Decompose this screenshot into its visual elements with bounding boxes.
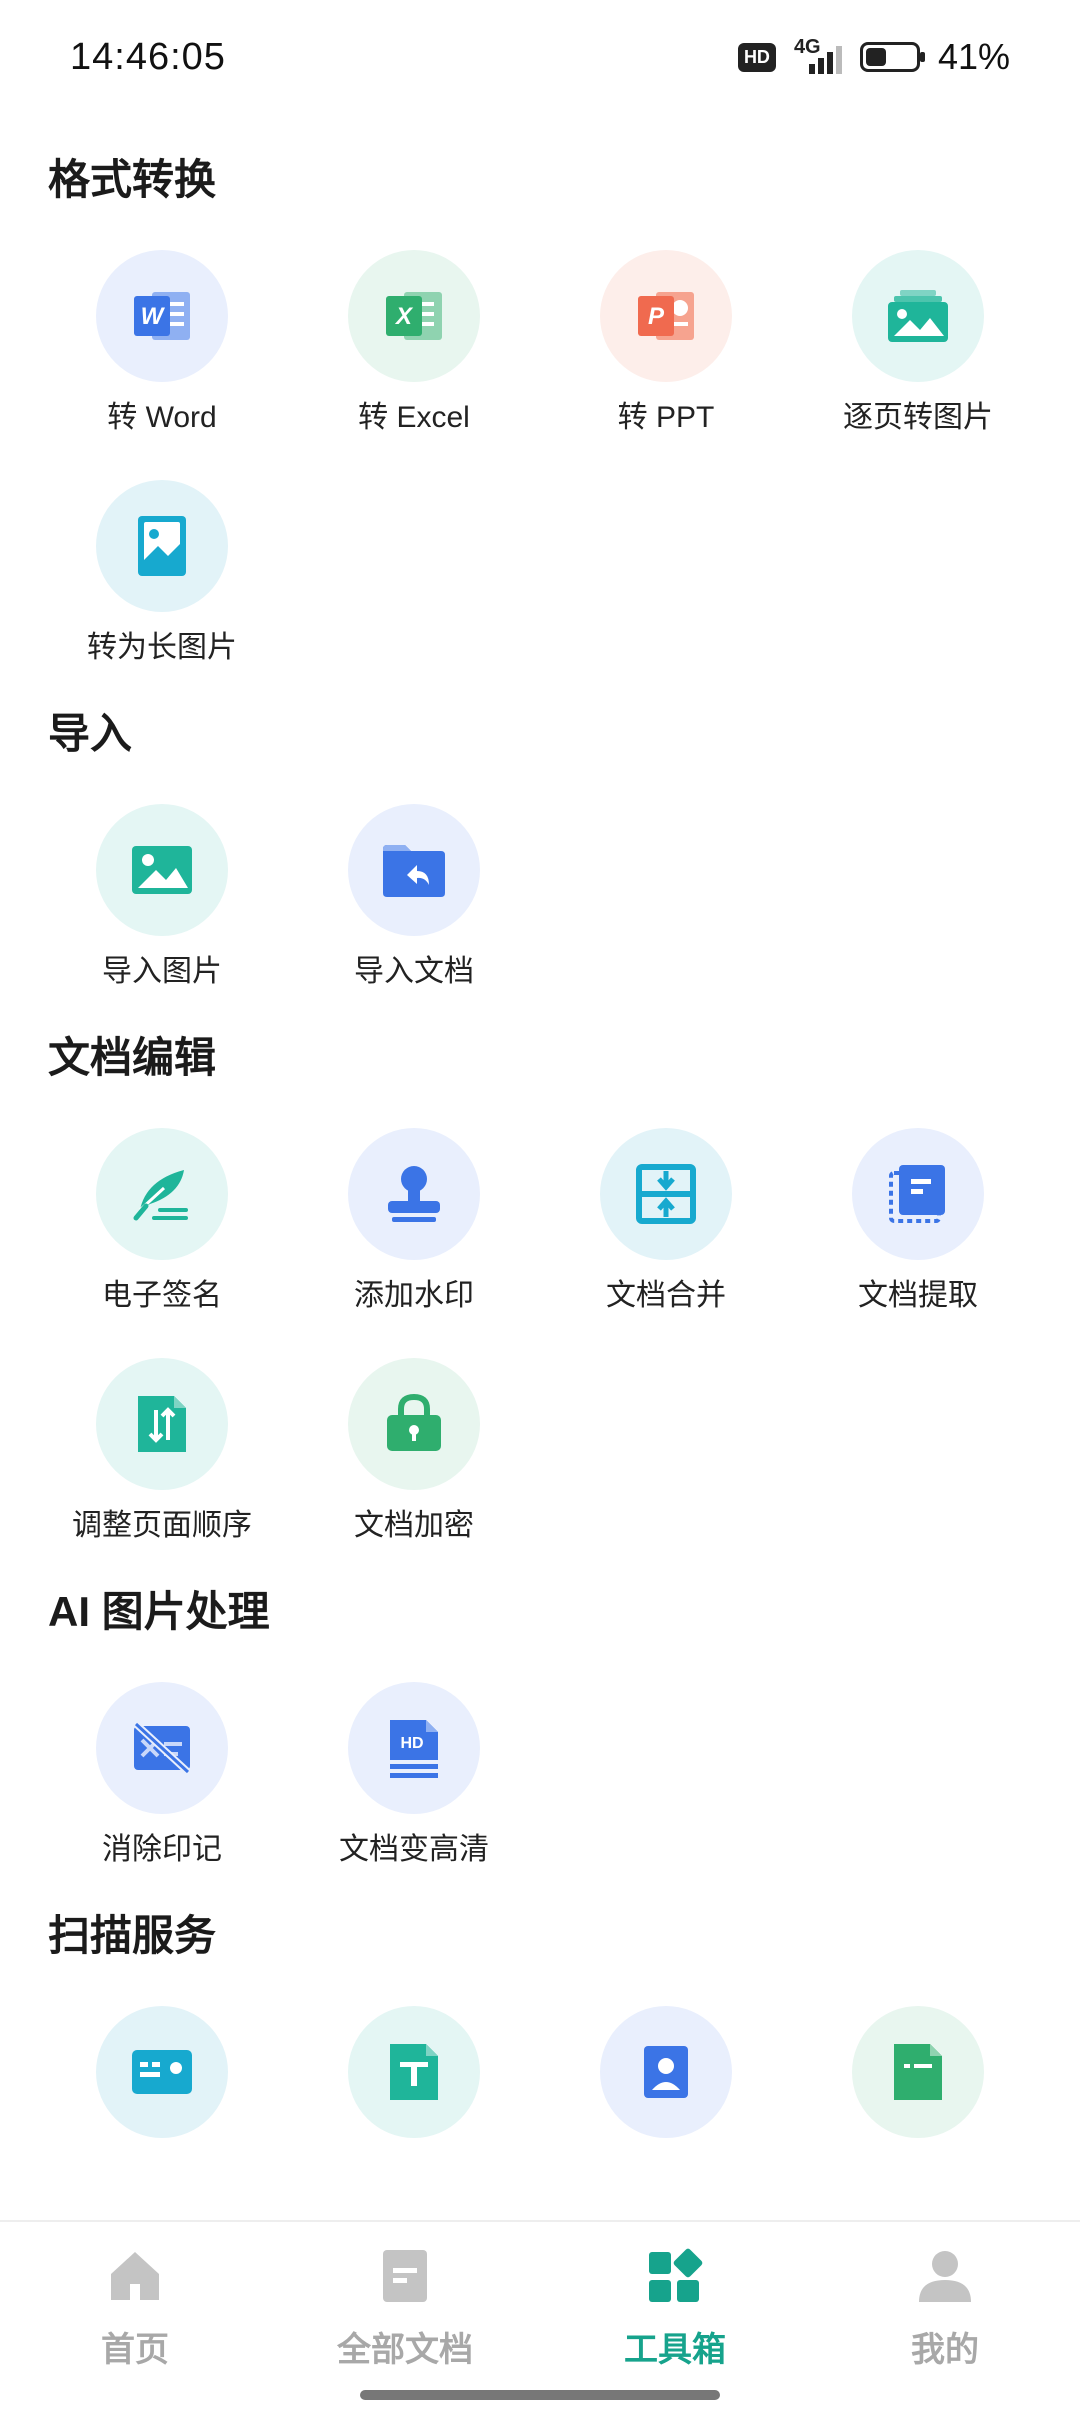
tool-add-watermark[interactable]: 添加水印 <box>288 1128 540 1316</box>
status-icons: HD 4G 41% <box>737 36 1010 78</box>
hd-document-icon: HD <box>348 1682 480 1814</box>
tool-label: 电子签名 <box>102 1279 222 1312</box>
tool-label: 文档加密 <box>354 1509 474 1542</box>
images-stack-icon <box>852 250 984 382</box>
text-doc-icon <box>348 2006 480 2138</box>
id-card-icon <box>96 2006 228 2138</box>
hd-icon: HD <box>737 42 776 72</box>
lock-icon <box>348 1358 480 1490</box>
tool-label: 转 Excel <box>358 401 470 434</box>
nav-toolbox[interactable]: 工具箱 <box>540 2248 810 2371</box>
long-image-icon <box>96 480 228 612</box>
tool-label: 导入文档 <box>354 955 474 988</box>
user-icon <box>919 2251 971 2302</box>
tool-scan-text[interactable] <box>288 2006 540 2138</box>
image-icon <box>96 804 228 936</box>
tool-pages-to-images[interactable]: 逐页转图片 <box>792 250 1044 438</box>
tool-to-word[interactable]: W 转 Word <box>36 250 288 438</box>
section-document-editing: 文档编辑 电子签名 添加水印 文档合并 文档提取 调整页面顺序 文档加密 <box>0 1028 1080 1546</box>
tool-label: 转 PPT <box>617 401 715 434</box>
svg-text:W: W <box>141 303 166 330</box>
section-scan-services: 扫描服务 <box>0 1906 1080 2138</box>
section-title: AI 图片处理 <box>48 1588 270 1635</box>
nav-label: 全部文档 <box>337 2331 473 2369</box>
tool-merge-documents[interactable]: 文档合并 <box>540 1128 792 1316</box>
tool-e-signature[interactable]: 电子签名 <box>36 1128 288 1316</box>
tool-label: 文档提取 <box>858 1279 978 1312</box>
tool-label: 转 Word <box>107 401 217 434</box>
tool-label: 导入图片 <box>102 955 222 988</box>
tool-label: 添加水印 <box>354 1279 474 1312</box>
nav-label: 我的 <box>911 2331 979 2369</box>
tool-scan-portrait[interactable] <box>540 2006 792 2138</box>
word-icon: W <box>96 250 228 382</box>
section-title: 文档编辑 <box>48 1034 217 1081</box>
tool-label: 消除印记 <box>102 1833 222 1866</box>
merge-icon <box>600 1128 732 1260</box>
excel-icon: X <box>348 250 480 382</box>
ppt-icon: P <box>600 250 732 382</box>
toolbox-content: 格式转换 W 转 Word X 转 Excel P 转 PPT 逐页转图片 转为… <box>0 150 1080 2174</box>
tool-label: 逐页转图片 <box>843 401 993 434</box>
home-indicator <box>360 2390 720 2400</box>
folder-import-icon <box>348 804 480 936</box>
extract-page-icon <box>852 1128 984 1260</box>
section-title: 格式转换 <box>48 156 217 203</box>
tool-import-image[interactable]: 导入图片 <box>36 804 288 992</box>
tool-label: 文档合并 <box>606 1279 726 1312</box>
tool-encrypt-document[interactable]: 文档加密 <box>288 1358 540 1546</box>
stamp-icon <box>348 1128 480 1260</box>
nav-label: 首页 <box>101 2331 169 2369</box>
tool-scan-table[interactable] <box>792 2006 1044 2138</box>
tool-to-long-image[interactable]: 转为长图片 <box>36 480 288 668</box>
nav-me[interactable]: 我的 <box>810 2248 1080 2371</box>
document-icon <box>383 2250 427 2302</box>
reorder-icon <box>96 1358 228 1490</box>
svg-text:P: P <box>648 303 665 330</box>
status-bar: 14:46:05 HD 4G 41% <box>0 0 1080 120</box>
tool-import-document[interactable]: 导入文档 <box>288 804 540 992</box>
section-format-conversion: 格式转换 W 转 Word X 转 Excel P 转 PPT 逐页转图片 转为… <box>0 150 1080 668</box>
signal-icon: 4G <box>794 36 842 76</box>
nav-home[interactable]: 首页 <box>0 2248 270 2371</box>
section-title: 导入 <box>48 710 133 757</box>
tool-remove-marks[interactable]: 消除印记 <box>36 1682 288 1870</box>
bottom-navigation: 首页 全部文档 工具箱 我的 <box>0 2220 1080 2414</box>
tool-label: 转为长图片 <box>87 631 237 664</box>
status-time: 14:46:05 <box>70 36 226 78</box>
svg-text:HD: HD <box>400 1735 423 1752</box>
erase-marks-icon <box>96 1682 228 1814</box>
tool-extract-document[interactable]: 文档提取 <box>792 1128 1044 1316</box>
nav-label: 工具箱 <box>624 2331 726 2369</box>
battery-icon <box>859 42 925 72</box>
tool-label: 调整页面顺序 <box>72 1509 252 1542</box>
tool-to-ppt[interactable]: P 转 PPT <box>540 250 792 438</box>
tool-reorder-pages[interactable]: 调整页面顺序 <box>36 1358 288 1546</box>
section-ai-image: AI 图片处理 消除印记 HD 文档变高清 <box>0 1582 1080 1870</box>
tool-label: 文档变高清 <box>339 1833 489 1866</box>
tool-scan-id-card[interactable] <box>36 2006 288 2138</box>
nav-all-documents[interactable]: 全部文档 <box>270 2248 540 2371</box>
home-icon <box>111 2252 159 2300</box>
toolbox-icon <box>649 2248 703 2302</box>
table-doc-icon <box>852 2006 984 2138</box>
feather-pen-icon <box>96 1128 228 1260</box>
portrait-icon <box>600 2006 732 2138</box>
battery-percent: 41% <box>937 36 1010 77</box>
section-title: 扫描服务 <box>48 1912 217 1959</box>
svg-text:X: X <box>394 303 414 330</box>
section-import: 导入 导入图片 导入文档 <box>0 704 1080 992</box>
tool-enhance-document[interactable]: HD 文档变高清 <box>288 1682 540 1870</box>
tool-to-excel[interactable]: X 转 Excel <box>288 250 540 438</box>
